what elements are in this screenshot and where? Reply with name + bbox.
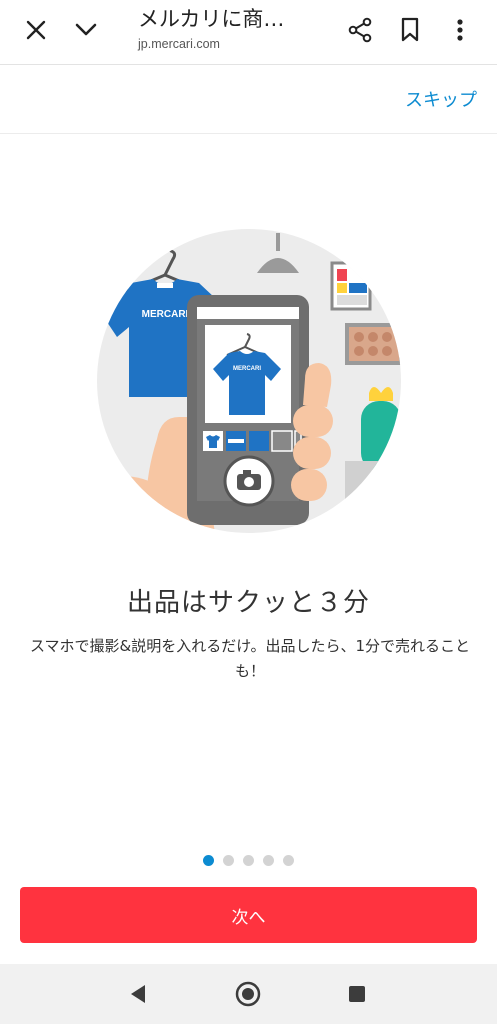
phone-illustration: MERCARI — [187, 295, 309, 525]
onboarding-headline: 出品はサクッと３分 — [126, 588, 370, 618]
close-tab-button[interactable] — [14, 10, 58, 50]
page-title: メルカリに商… — [138, 7, 285, 31]
pagination-dot-1[interactable] — [203, 855, 214, 866]
back-icon — [131, 985, 145, 1003]
chevron-down-icon — [75, 23, 97, 36]
close-icon — [26, 20, 46, 40]
browser-toolbar: メルカリに商… jp.mercari.com — [0, 0, 497, 65]
pagination-dot-4[interactable] — [263, 855, 274, 866]
address-area[interactable]: メルカリに商… jp.mercari.com — [138, 6, 328, 51]
pagination-dots — [0, 855, 497, 866]
skip-link[interactable]: スキップ — [405, 86, 477, 112]
share-button[interactable] — [338, 10, 382, 50]
home-icon — [235, 981, 261, 1007]
onboarding-illustration: MERCARI MERCARI — [97, 229, 401, 533]
skip-bar: スキップ — [0, 66, 497, 134]
bookmark-button[interactable] — [388, 10, 432, 50]
system-nav-bar — [0, 964, 497, 1024]
page-url: jp.mercari.com — [138, 37, 220, 51]
pagination-dot-5[interactable] — [283, 855, 294, 866]
back-button[interactable] — [118, 976, 158, 1012]
screen-shirt-brand-text: MERCARI — [233, 366, 261, 372]
shirt-brand-text: MERCARI — [142, 309, 189, 320]
home-button[interactable] — [228, 976, 268, 1012]
recents-button[interactable] — [337, 976, 377, 1012]
expand-button[interactable] — [64, 10, 108, 50]
bookmark-icon — [401, 17, 419, 42]
pagination-dot-3[interactable] — [243, 855, 254, 866]
poster-illustration — [330, 261, 377, 311]
tray-illustration — [345, 323, 401, 365]
share-icon — [348, 17, 372, 43]
more-vertical-icon — [457, 19, 463, 41]
more-menu-button[interactable] — [438, 10, 482, 50]
pagination-dot-2[interactable] — [223, 855, 234, 866]
next-button[interactable]: 次へ — [20, 887, 477, 943]
onboarding-description: スマホで撮影&説明を入れるだけ。出品したら、1分で売れることも！ — [29, 637, 471, 680]
recents-icon — [349, 986, 365, 1002]
